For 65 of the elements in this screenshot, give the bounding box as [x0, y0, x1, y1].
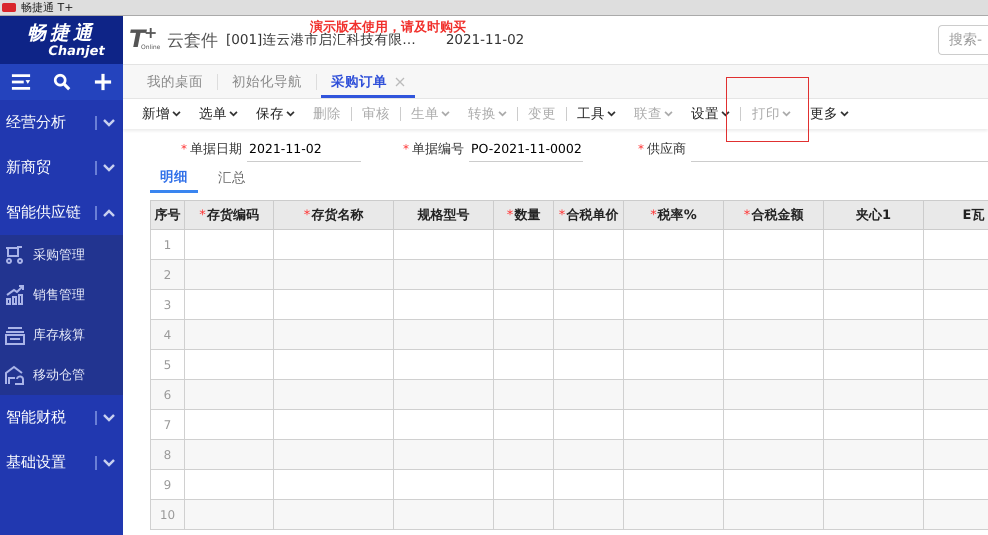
detail-tab[interactable]: 明细	[150, 163, 198, 193]
field-label: 供应商	[647, 141, 686, 158]
column-header: 合税金额	[751, 206, 804, 224]
search-icon[interactable]	[52, 73, 72, 91]
add-icon[interactable]	[92, 73, 112, 91]
field-label: 单据编号	[412, 141, 464, 158]
required-mark: *	[506, 208, 514, 222]
column-header: 存货编码	[206, 206, 259, 224]
house-icon	[5, 365, 25, 385]
caret-icon	[229, 111, 238, 117]
toolbar-button[interactable]: 保存	[247, 99, 304, 129]
logo-text: 畅捷通	[27, 22, 96, 44]
sidebar-subitem[interactable]: 销售管理	[0, 275, 123, 315]
column-header: E瓦	[962, 207, 984, 224]
menu-icon[interactable]	[10, 73, 30, 91]
sidebar-subitem[interactable]: 库存核算	[0, 315, 123, 355]
field-label: 单据日期	[190, 141, 242, 158]
required-mark: *	[403, 142, 409, 156]
row-number: 4	[150, 320, 184, 350]
caret-icon	[172, 111, 181, 117]
column-header: 夹心1	[856, 206, 892, 224]
caret-icon	[607, 111, 616, 117]
caret-icon	[498, 111, 507, 117]
app-icon	[2, 3, 16, 12]
toolbar-button[interactable]: 新增	[133, 99, 190, 129]
toolbar-button[interactable]: 工具	[568, 99, 625, 129]
column-header: 序号	[154, 206, 180, 224]
required-mark: *	[304, 208, 310, 222]
bar-chart-icon	[5, 285, 25, 305]
search-field[interactable]: 搜索-	[938, 25, 988, 55]
caret-icon	[840, 111, 849, 117]
sidebar-subitem[interactable]: 采购管理	[0, 235, 123, 275]
column-header: 税率%	[658, 206, 697, 224]
toolbar-button[interactable]: 设置	[682, 99, 739, 129]
company-name: [001]连云港市启汇科技有限…	[226, 32, 416, 49]
login-date: 2021-11-02	[446, 32, 524, 48]
column-header: 存货名称	[311, 207, 364, 224]
page-tab[interactable]: 采购订单	[321, 65, 415, 98]
column-header: 规格型号	[418, 207, 470, 224]
caret-icon	[441, 111, 450, 117]
column-header: 数量	[514, 207, 540, 224]
sidebar-subitem[interactable]: 移动仓管	[0, 355, 123, 395]
product-name: 云套件	[167, 30, 218, 52]
caret-icon	[286, 111, 295, 117]
row-number: 8	[150, 440, 184, 470]
row-number: 2	[150, 260, 184, 290]
detail-tab[interactable]: 汇总	[208, 163, 256, 193]
caret-icon	[721, 111, 730, 117]
required-mark: *	[744, 208, 750, 222]
required-mark: *	[638, 142, 644, 156]
column-header: 合税单价	[566, 207, 618, 224]
required-mark: *	[199, 208, 206, 222]
caret-icon	[664, 111, 673, 117]
caret-icon	[782, 111, 791, 117]
window-title: 畅捷通 T+	[21, 1, 74, 14]
row-number: 10	[150, 500, 184, 530]
toolbar-button[interactable]: 更多	[801, 99, 858, 129]
required-mark: *	[558, 208, 566, 222]
required-mark: *	[650, 208, 657, 222]
toolbar-button[interactable]: 选单	[190, 99, 247, 129]
required-mark: *	[181, 142, 187, 156]
cart-icon	[5, 245, 25, 265]
row-number: 6	[150, 380, 184, 410]
logo-subtext: Chanjet	[48, 44, 105, 58]
tray-icon	[5, 325, 25, 345]
